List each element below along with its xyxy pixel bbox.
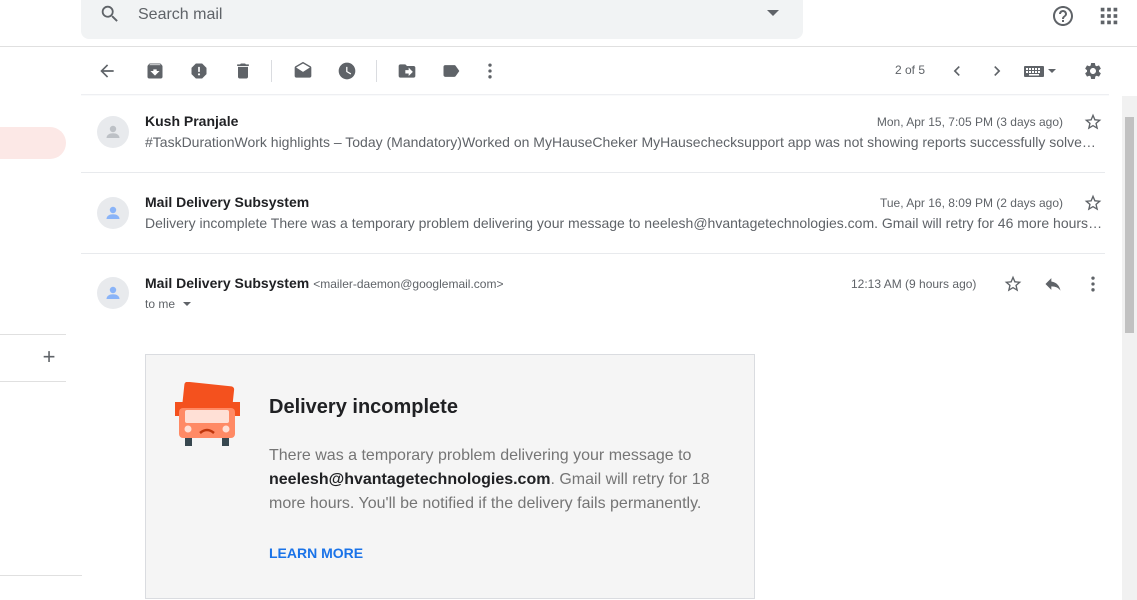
learn-more-link[interactable]: LEARN MORE bbox=[269, 545, 363, 561]
avatar bbox=[97, 197, 129, 229]
sender-email: <mailer-daemon@googlemail.com> bbox=[313, 277, 504, 291]
sender-name-text[interactable]: Mail Delivery Subsystem bbox=[145, 275, 309, 291]
message-collapsed-2[interactable]: Mail Delivery Subsystem Tue, Apr 16, 8:0… bbox=[81, 173, 1105, 254]
more-options-icon[interactable] bbox=[1083, 274, 1103, 294]
move-to-icon[interactable] bbox=[397, 61, 417, 81]
recipient-email: neelesh@hvantagetechnologies.com bbox=[269, 471, 551, 488]
card-title: Delivery incomplete bbox=[269, 396, 458, 418]
newer-chevron-left-icon[interactable] bbox=[947, 61, 967, 81]
older-chevron-right-icon[interactable] bbox=[987, 61, 1007, 81]
message-date: 12:13 AM (9 hours ago) bbox=[851, 277, 977, 291]
message-divider bbox=[81, 253, 1105, 254]
input-tools-keyboard-icon[interactable] bbox=[1023, 61, 1059, 81]
sender-name[interactable]: Kush Pranjale bbox=[145, 113, 238, 129]
report-spam-icon[interactable] bbox=[189, 61, 209, 81]
settings-gear-icon[interactable] bbox=[1083, 61, 1103, 81]
toolbar-separator bbox=[376, 60, 377, 82]
snooze-clock-icon[interactable] bbox=[337, 61, 357, 81]
sidebar-item-selected[interactable] bbox=[0, 127, 66, 159]
search-bar[interactable]: Search mail bbox=[81, 0, 803, 39]
left-sidebar: + bbox=[0, 0, 82, 600]
back-arrow-icon[interactable] bbox=[97, 61, 117, 81]
message-date: Mon, Apr 15, 7:05 PM (3 days ago) bbox=[876, 115, 1063, 129]
person-icon bbox=[106, 286, 120, 299]
delivery-status-card: Delivery incomplete There was a temporar… bbox=[145, 354, 755, 599]
header-divider bbox=[66, 46, 1137, 47]
sidebar-divider bbox=[0, 46, 66, 47]
search-options-caret-icon[interactable] bbox=[767, 10, 779, 16]
sidebar-divider bbox=[0, 381, 66, 382]
person-icon bbox=[106, 206, 120, 219]
sender-name[interactable]: Mail Delivery Subsystem bbox=[145, 194, 309, 210]
star-icon[interactable] bbox=[1003, 274, 1023, 294]
star-icon[interactable] bbox=[1083, 193, 1103, 213]
sidebar-divider bbox=[0, 575, 82, 576]
label-icon[interactable] bbox=[441, 61, 461, 81]
card-body-text: There was a temporary problem delivering… bbox=[269, 447, 692, 464]
card-body: There was a temporary problem delivering… bbox=[269, 444, 719, 516]
message-date: Tue, Apr 16, 8:09 PM (2 days ago) bbox=[880, 196, 1063, 210]
mark-unread-icon[interactable] bbox=[293, 61, 313, 81]
person-icon bbox=[106, 125, 120, 138]
apps-grid-icon[interactable] bbox=[1098, 5, 1120, 27]
archive-icon[interactable] bbox=[145, 61, 165, 81]
star-icon[interactable] bbox=[1083, 112, 1103, 132]
more-options-icon[interactable] bbox=[480, 61, 500, 81]
message-snippet: #TaskDurationWork highlights – Today (Ma… bbox=[145, 134, 1103, 150]
message-snippet: Delivery incomplete There was a temporar… bbox=[145, 215, 1103, 231]
message-counter: 2 of 5 bbox=[895, 63, 926, 77]
reply-icon[interactable] bbox=[1043, 274, 1063, 294]
scrollbar-thumb[interactable] bbox=[1125, 117, 1134, 333]
sidebar-divider bbox=[0, 334, 66, 335]
delete-icon[interactable] bbox=[233, 61, 253, 81]
show-details-caret-icon[interactable] bbox=[183, 302, 191, 306]
search-input[interactable]: Search mail bbox=[138, 6, 222, 24]
delivery-truck-icon bbox=[175, 382, 240, 446]
search-icon[interactable] bbox=[99, 3, 121, 25]
add-label-plus-icon[interactable]: + bbox=[40, 346, 58, 368]
sender-name[interactable]: Mail Delivery Subsystem <mailer-daemon@go… bbox=[145, 275, 503, 291]
message-collapsed-1[interactable]: Kush Pranjale Mon, Apr 15, 7:05 PM (3 da… bbox=[81, 96, 1105, 173]
avatar bbox=[97, 116, 129, 148]
recipients-summary[interactable]: to me bbox=[145, 297, 175, 311]
avatar bbox=[97, 277, 129, 309]
toolbar-separator bbox=[271, 60, 272, 82]
help-icon[interactable] bbox=[1051, 4, 1075, 28]
